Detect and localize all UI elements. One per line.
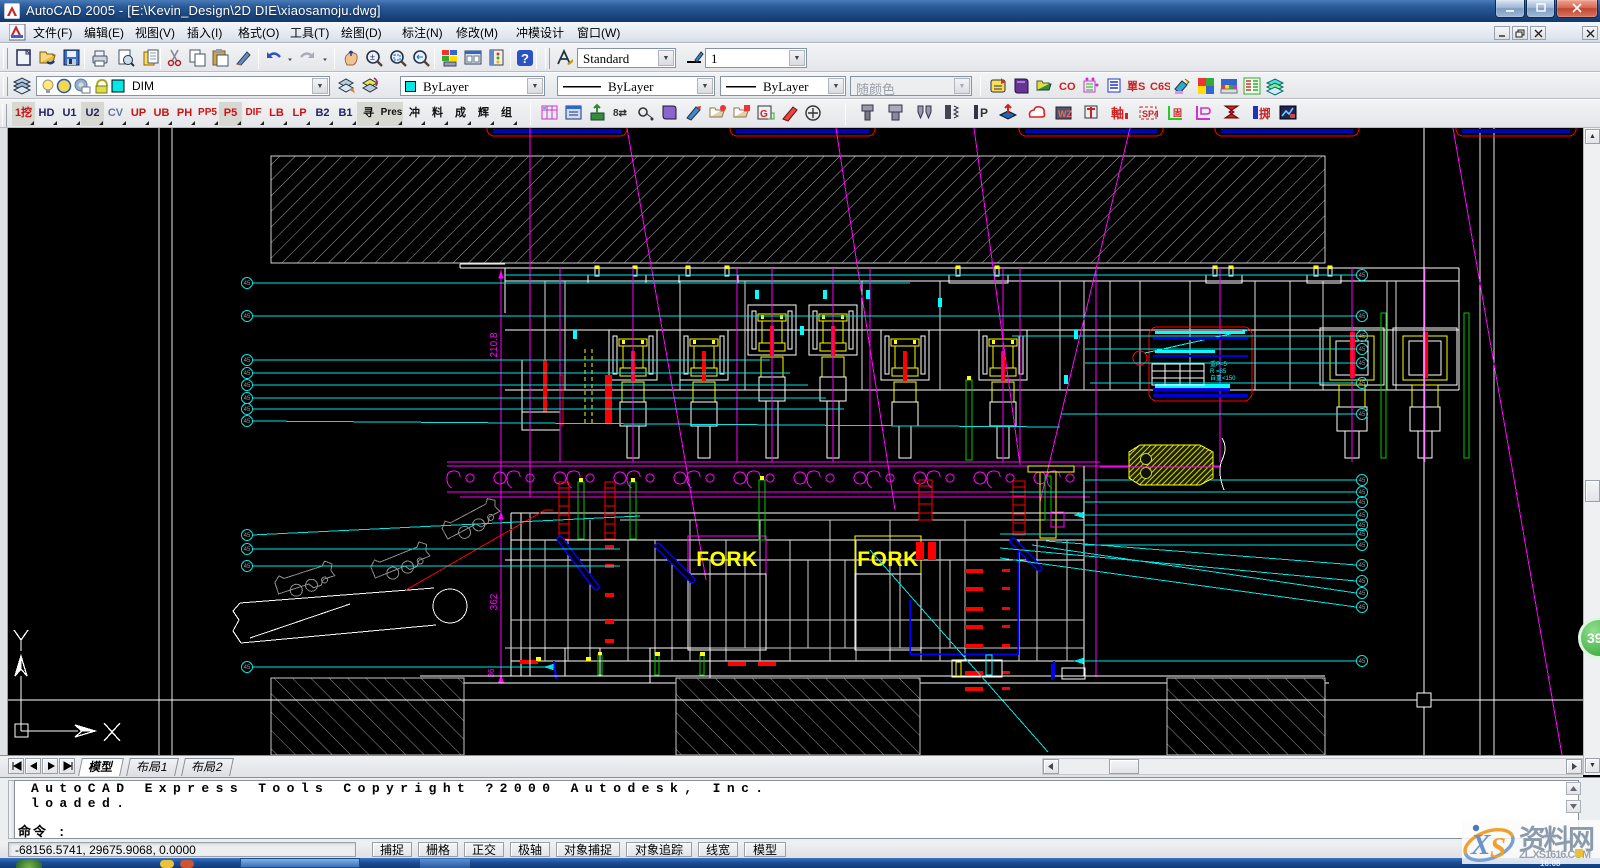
svg-text:45: 45 bbox=[244, 314, 251, 320]
svg-text:P: P bbox=[980, 106, 988, 120]
svg-text:45: 45 bbox=[1359, 579, 1366, 585]
svg-text:45: 45 bbox=[1359, 347, 1366, 353]
svg-text:210.8: 210.8 bbox=[489, 332, 500, 357]
svg-text:重P=5: 重P=5 bbox=[1210, 360, 1228, 368]
svg-text:S: S bbox=[1490, 832, 1506, 864]
svg-text:45: 45 bbox=[1359, 334, 1366, 340]
svg-text:FORK: FORK bbox=[696, 548, 758, 571]
svg-text:單S: 單S bbox=[1127, 80, 1145, 93]
svg-text:±: ± bbox=[370, 52, 375, 62]
svg-text:45: 45 bbox=[244, 564, 251, 570]
svg-text:CO: CO bbox=[1059, 81, 1076, 93]
svg-text:45: 45 bbox=[1359, 478, 1366, 484]
svg-text:45: 45 bbox=[1359, 412, 1366, 418]
svg-text:SP4: SP4 bbox=[1142, 109, 1158, 119]
svg-text:45: 45 bbox=[244, 358, 251, 364]
svg-text:45: 45 bbox=[1359, 490, 1366, 496]
svg-text:45: 45 bbox=[1359, 659, 1366, 665]
svg-text:45: 45 bbox=[244, 547, 251, 553]
svg-text:R =85: R =85 bbox=[1210, 369, 1227, 375]
svg-text:FORK: FORK bbox=[857, 548, 919, 571]
svg-text:固: 固 bbox=[1173, 108, 1182, 118]
svg-text:45: 45 bbox=[244, 533, 251, 539]
svg-text:45: 45 bbox=[244, 407, 251, 413]
svg-text:45: 45 bbox=[1359, 500, 1366, 506]
svg-text:掷: 掷 bbox=[1259, 106, 1270, 121]
svg-text:45: 45 bbox=[1359, 532, 1366, 538]
svg-text:45: 45 bbox=[1359, 513, 1366, 519]
svg-text:45: 45 bbox=[244, 665, 251, 671]
svg-text:8⇄: 8⇄ bbox=[613, 108, 628, 119]
svg-text:45: 45 bbox=[1359, 563, 1366, 569]
svg-text:45: 45 bbox=[1359, 361, 1366, 367]
svg-text:45: 45 bbox=[244, 419, 251, 425]
svg-text:自重<150: 自重<150 bbox=[1210, 374, 1236, 382]
svg-text:?: ? bbox=[521, 51, 529, 66]
svg-text:45: 45 bbox=[244, 396, 251, 402]
svg-text:45: 45 bbox=[1359, 605, 1366, 611]
svg-text:45: 45 bbox=[244, 281, 251, 287]
svg-text:45: 45 bbox=[1359, 591, 1366, 597]
svg-text:X: X bbox=[1470, 829, 1491, 861]
svg-text:G: G bbox=[760, 109, 768, 120]
svg-text:45: 45 bbox=[1359, 523, 1366, 529]
svg-text:WZ: WZ bbox=[1058, 109, 1072, 119]
svg-text:45: 45 bbox=[244, 383, 251, 389]
svg-text:45: 45 bbox=[1359, 314, 1366, 320]
svg-text:45: 45 bbox=[1359, 273, 1366, 279]
svg-text:45: 45 bbox=[1359, 381, 1366, 387]
svg-text:45: 45 bbox=[244, 371, 251, 377]
svg-text:C6S: C6S bbox=[1150, 81, 1170, 93]
svg-text:軸: 軸 bbox=[1111, 106, 1124, 121]
svg-text:362: 362 bbox=[489, 593, 500, 610]
svg-text:45: 45 bbox=[1359, 543, 1366, 549]
